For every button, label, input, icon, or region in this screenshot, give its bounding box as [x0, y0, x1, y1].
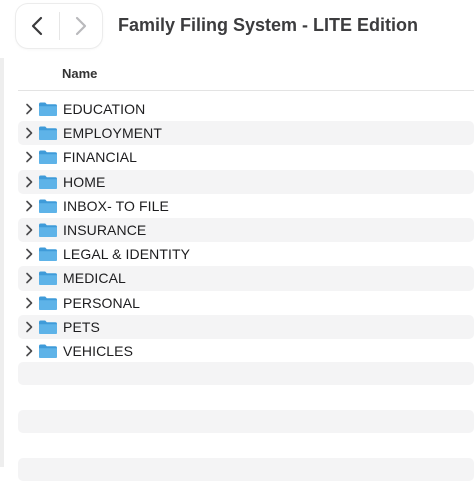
disclosure-chevron-icon[interactable] [22, 320, 36, 334]
chevron-right-icon [75, 16, 86, 36]
folder-icon [39, 344, 57, 358]
folder-row[interactable]: VEHICLES [18, 339, 474, 363]
folder-row[interactable]: PETS [18, 314, 474, 339]
back-button[interactable] [16, 4, 59, 48]
disclosure-chevron-icon[interactable] [22, 102, 36, 116]
folder-name: INBOX- TO FILE [63, 197, 169, 214]
toolbar: Family Filing System - LITE Edition [0, 0, 474, 58]
folder-name: MEDICAL [63, 270, 126, 287]
disclosure-chevron-icon[interactable] [22, 175, 36, 189]
folder-row[interactable]: PERSONAL [18, 291, 474, 315]
folder-name: PERSONAL [63, 294, 141, 311]
disclosure-chevron-icon[interactable] [22, 344, 36, 358]
folder-icon [39, 102, 57, 117]
folder-icon [39, 296, 57, 310]
folder-row[interactable]: MEDICAL [18, 266, 474, 291]
folder-icon [39, 271, 57, 286]
finder-window: Family Filing System - LITE Edition Name… [0, 0, 474, 481]
folder-row[interactable]: INBOX- TO FILE [18, 194, 474, 218]
chevron-left-icon [32, 16, 43, 36]
folder-row[interactable]: EMPLOYMENT [18, 121, 474, 146]
disclosure-chevron-icon[interactable] [22, 223, 36, 237]
folder-list: EDUCATION EMPLOYMENT FINANCIAL HOME INBOX- T… [18, 97, 474, 363]
folder-icon [39, 247, 57, 262]
disclosure-chevron-icon[interactable] [22, 296, 36, 310]
disclosure-chevron-icon[interactable] [22, 199, 36, 213]
folder-row[interactable]: HOME [18, 169, 474, 194]
name-column-header[interactable]: Name [62, 66, 97, 81]
folder-name: LEGAL & IDENTITY [63, 246, 191, 263]
disclosure-chevron-icon[interactable] [22, 271, 36, 285]
folder-icon [39, 150, 57, 165]
folder-name: INSURANCE [63, 222, 147, 239]
window-title: Family Filing System - LITE Edition [118, 15, 419, 35]
folder-icon [39, 126, 57, 141]
disclosure-chevron-icon[interactable] [22, 247, 36, 261]
window-left-edge [0, 0, 4, 467]
folder-icon [39, 223, 57, 238]
empty-row [18, 410, 474, 433]
disclosure-chevron-icon[interactable] [22, 150, 36, 164]
navigation-buttons [16, 4, 102, 48]
forward-button[interactable] [59, 4, 102, 48]
folder-name: VEHICLES [63, 342, 134, 359]
folder-name: PETS [63, 318, 100, 335]
folder-name: FINANCIAL [63, 149, 138, 166]
disclosure-chevron-icon[interactable] [22, 126, 36, 140]
folder-row[interactable]: FINANCIAL [18, 145, 474, 169]
folder-row[interactable]: LEGAL & IDENTITY [18, 242, 474, 266]
folder-icon [39, 175, 57, 189]
folder-name: EMPLOYMENT [63, 125, 163, 142]
folder-row[interactable]: INSURANCE [18, 217, 474, 243]
folder-icon [39, 199, 57, 213]
folder-name: HOME [63, 173, 106, 190]
column-header: Name [18, 58, 474, 91]
folder-name: EDUCATION [63, 101, 146, 118]
folder-icon [39, 320, 57, 334]
folder-row[interactable]: EDUCATION [18, 97, 474, 121]
empty-row [18, 362, 474, 385]
empty-row [18, 458, 474, 481]
